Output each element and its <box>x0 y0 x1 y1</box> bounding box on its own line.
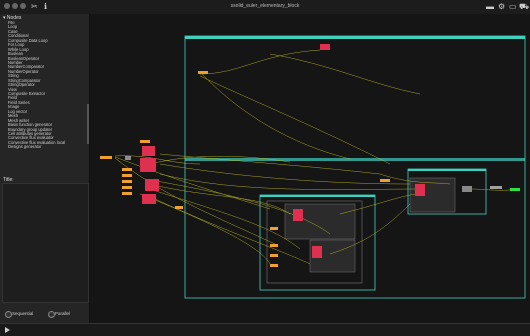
toggle-icon[interactable]: ▬ <box>486 2 494 12</box>
node-red-1 <box>142 146 155 156</box>
node-orange-top <box>198 71 208 74</box>
node-graph-canvas[interactable] <box>90 14 530 323</box>
node-red-4 <box>142 194 156 204</box>
node-red-top <box>320 44 330 50</box>
node-orange-sub-1 <box>270 227 278 230</box>
group-frame-header <box>185 36 525 39</box>
node-orange-sub-3 <box>270 254 278 257</box>
node-small-1 <box>125 156 131 160</box>
parallel-radio[interactable] <box>48 311 55 318</box>
node-orange-1 <box>140 140 150 143</box>
parallel-label: Parallel <box>55 311 71 316</box>
node-green-output <box>510 188 520 191</box>
subgroup-frame-1-header <box>260 195 375 197</box>
sequential-radio[interactable] <box>5 311 12 318</box>
node-red-sub-2 <box>312 246 322 258</box>
node-orange-sub-2 <box>270 244 278 247</box>
window-titlebar: ✂ ℹ ssolid_euler_elementary_block ▬ ⚙ ▭ … <box>0 0 530 15</box>
settings-icon[interactable]: ⚙ <box>498 2 505 12</box>
node-output-label <box>490 186 502 189</box>
node-orange-4 <box>122 180 132 183</box>
node-red-2 <box>140 158 156 172</box>
node-red-sub-1 <box>293 209 303 221</box>
nodes-sidebar: ▾ Nodes File Loop Case Conditional Composite… <box>0 14 90 333</box>
node-gray-out <box>462 186 472 192</box>
node-orange-sub-4 <box>270 264 278 267</box>
node-orange-5 <box>122 186 132 189</box>
window-title: ssolid_euler_elementary_block <box>230 3 300 9</box>
window-icon[interactable]: ▭ <box>509 2 517 12</box>
node-red-3 <box>145 179 159 191</box>
node-list-item[interactable]: Designs generator <box>8 144 88 149</box>
node-graph <box>100 35 526 299</box>
node-orange-input <box>100 156 112 159</box>
subgroup-frame-2-header <box>408 169 486 171</box>
node-orange-3 <box>122 174 132 177</box>
node-orange-7 <box>175 206 183 209</box>
sidebar-scrollbar[interactable] <box>87 104 89 144</box>
title-field[interactable] <box>2 183 89 303</box>
cart-icon[interactable]: ⛟ <box>519 2 529 12</box>
node-orange-mid <box>380 179 390 182</box>
sequential-label: Sequential <box>12 311 34 316</box>
play-icon[interactable] <box>5 327 10 333</box>
node-red-mid <box>415 184 425 196</box>
statusbar <box>0 323 530 336</box>
node-orange-6 <box>122 192 132 195</box>
node-list: File Loop Case Conditional Composite Data Lo… <box>8 21 88 184</box>
node-orange-2 <box>122 168 132 171</box>
